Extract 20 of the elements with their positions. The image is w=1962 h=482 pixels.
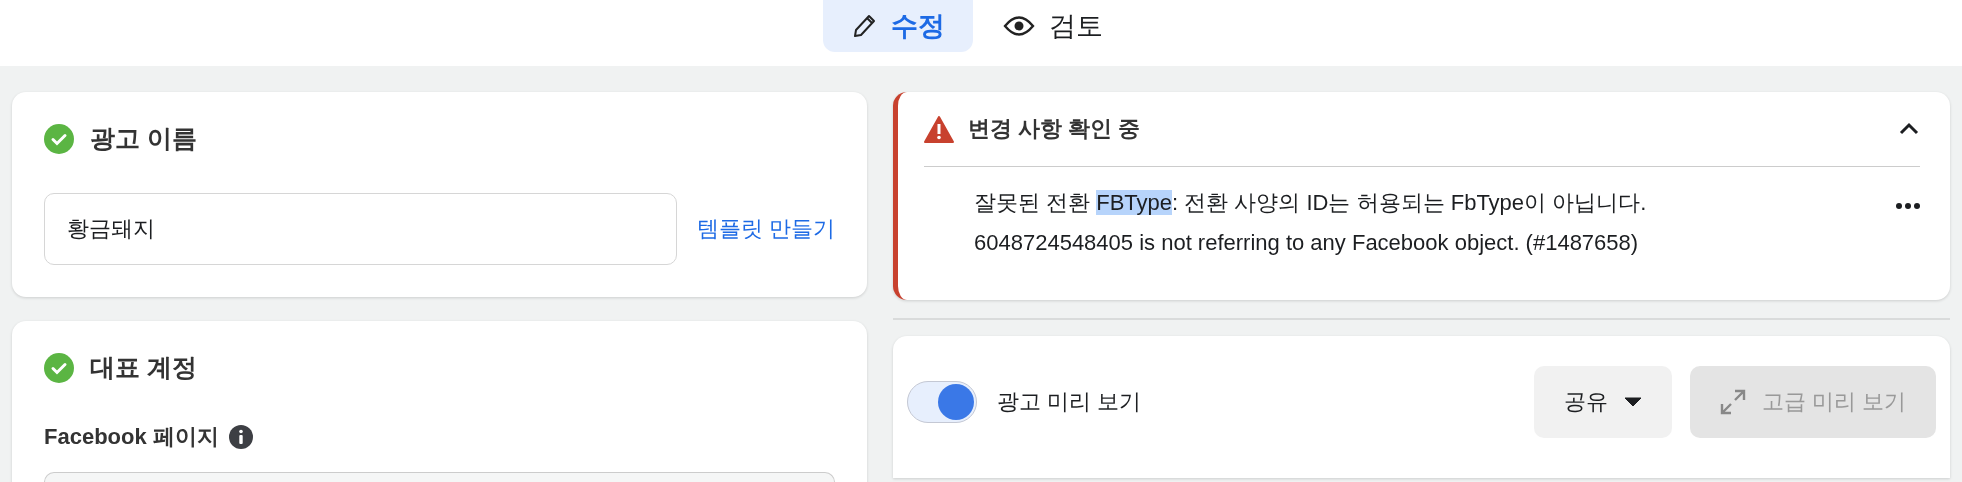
more-icon[interactable] bbox=[1896, 203, 1920, 209]
error-message: 잘못된 전환 FBType: 전환 사양의 ID는 허용되는 FbType이 아닙니다. 6048724548405 is not referring to any Facebook object. (#1487658) bbox=[974, 189, 1648, 257]
toggle-label: 광고 미리 보기 bbox=[997, 388, 1143, 416]
expand-icon bbox=[1719, 389, 1746, 415]
alert-title: 변경 사항 확인 중 bbox=[968, 115, 1142, 143]
ad-name-field[interactable]: 황금돼지 bbox=[44, 193, 677, 265]
share-button[interactable]: 공유 bbox=[1533, 366, 1672, 438]
warning-icon bbox=[924, 115, 954, 143]
chevron-icon[interactable] bbox=[1898, 122, 1920, 136]
card-title: 대표 계정 bbox=[90, 352, 197, 383]
caret-icon bbox=[1623, 397, 1642, 407]
preview-toggle[interactable] bbox=[907, 381, 977, 423]
card-title: 광고 이름 bbox=[90, 123, 197, 154]
info-icon[interactable] bbox=[228, 425, 253, 449]
tab[interactable]: 수정 bbox=[823, 0, 973, 52]
tab[interactable]: 검토 bbox=[975, 0, 1131, 52]
pencil-icon bbox=[851, 12, 877, 40]
eye-icon bbox=[1003, 15, 1035, 37]
field-label: Facebook 페이지 bbox=[44, 423, 219, 451]
create-template-link[interactable]: 템플릿 만들기 bbox=[696, 214, 835, 244]
